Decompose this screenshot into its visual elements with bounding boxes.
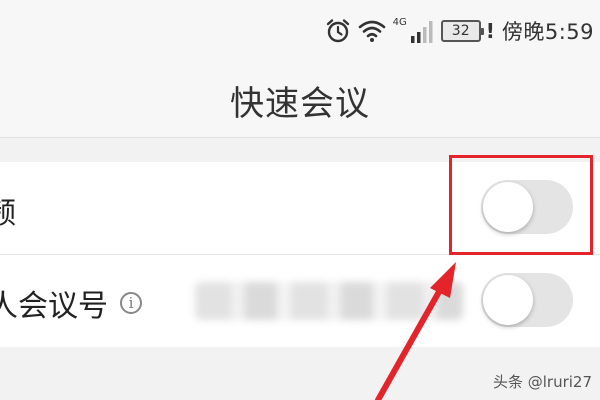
toggle-knob <box>483 275 533 325</box>
status-bar: 4G 32 ! 傍晚5:59 <box>0 0 600 62</box>
watermark: 头条 @lruri27 <box>493 371 592 392</box>
meeting-id-setting-label: 人会议号 <box>0 289 108 324</box>
status-time: 傍晚5:59 <box>501 20 594 44</box>
wifi-icon <box>358 20 385 42</box>
page-title: 快速会议 <box>230 84 370 124</box>
watermark-text: 头条 @lruri27 <box>492 373 592 391</box>
settings-row-label: 频 <box>0 188 16 232</box>
settings-row-video: 频 <box>0 162 600 254</box>
network-type-label: 4G <box>392 16 407 28</box>
alarm-icon <box>326 19 349 43</box>
toggle-knob <box>483 182 533 232</box>
title-bar: 快速会议 <box>0 62 600 138</box>
signal-icon <box>410 21 433 43</box>
battery-level: 32 <box>451 23 470 39</box>
video-setting-label: 频 <box>0 196 16 231</box>
battery-alert-icon: ! <box>485 19 495 43</box>
settings-row-meeting-id: 人会议号 i <box>0 255 600 347</box>
status-bar-right: 4G 32 ! 傍晚5:59 <box>325 14 594 48</box>
battery-icon: 32 <box>440 20 484 42</box>
blurred-meeting-id <box>195 282 463 320</box>
meeting-id-toggle[interactable] <box>481 273 573 327</box>
info-icon[interactable]: i <box>120 292 142 314</box>
video-toggle[interactable] <box>481 180 573 234</box>
settings-row-label: 人会议号 i <box>0 281 142 325</box>
